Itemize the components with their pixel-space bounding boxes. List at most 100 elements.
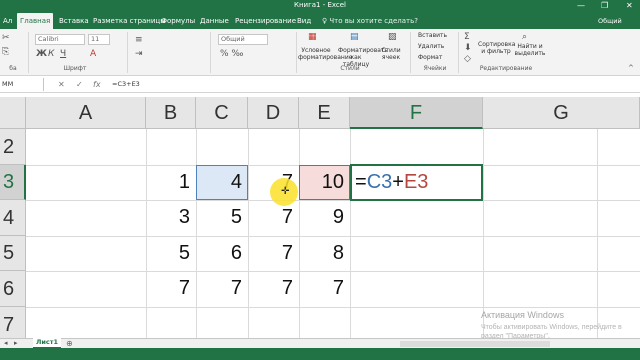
- font-size-select[interactable]: 11: [88, 34, 110, 45]
- number-format-select[interactable]: Общий: [218, 34, 268, 45]
- cell-e4[interactable]: 9: [299, 200, 350, 234]
- separator: [410, 32, 411, 73]
- row-header-7[interactable]: 7: [0, 307, 26, 338]
- conditional-format-button[interactable]: Условное форматирование: [298, 47, 352, 61]
- formula-input[interactable]: =C3+E3: [112, 78, 140, 91]
- enter-icon[interactable]: ✓: [76, 78, 83, 91]
- cells-group-label: Ячейки: [423, 65, 447, 72]
- sort-filter-button[interactable]: Сортировка и фильтр: [478, 41, 515, 55]
- column-header-d[interactable]: D: [248, 97, 299, 129]
- formula-plus: +: [392, 171, 404, 193]
- column-header-b[interactable]: B: [146, 97, 196, 129]
- format-table-icon[interactable]: ▤: [350, 32, 359, 42]
- add-sheet-icon[interactable]: ⊕: [66, 339, 73, 348]
- cell-c5[interactable]: 6: [196, 236, 248, 270]
- row-header-5[interactable]: 5: [0, 236, 26, 271]
- copy-icon[interactable]: ⎘: [2, 47, 9, 57]
- row-header-3[interactable]: 3: [0, 165, 26, 200]
- status-bar: [0, 348, 640, 360]
- cell-b3[interactable]: 1: [146, 165, 196, 199]
- indent-icon[interactable]: ⇥: [135, 49, 143, 59]
- autosum-icon[interactable]: Σ: [464, 32, 470, 42]
- editing-group-label: Редактирование: [479, 65, 533, 72]
- percent-icon[interactable]: % ‰: [220, 49, 244, 59]
- minimize-button[interactable]: —: [577, 0, 585, 13]
- font-name-select[interactable]: Calibri: [35, 34, 85, 45]
- cell-c3[interactable]: 4: [196, 165, 248, 199]
- tab-insert[interactable]: Вставка: [56, 13, 92, 29]
- column-header-e[interactable]: E: [299, 97, 350, 129]
- name-box[interactable]: ММ: [0, 78, 44, 91]
- formula-bar: ММ ✕ ✓ fx =C3+E3: [0, 76, 640, 93]
- cell-b6[interactable]: 7: [146, 271, 196, 305]
- restore-button[interactable]: ❐: [601, 0, 608, 13]
- tab-review[interactable]: Рецензирование: [232, 13, 299, 29]
- insert-cells-button[interactable]: Вставить: [418, 32, 447, 39]
- cell-e6[interactable]: 7: [299, 271, 350, 305]
- ribbon: ✂ ⎘ ба Calibri 11 Ж К Ч A Шрифт ≡ ⇥ Общи…: [0, 29, 640, 76]
- cancel-icon[interactable]: ✕: [58, 78, 65, 91]
- paste-icon[interactable]: ✂: [2, 33, 10, 43]
- worksheet-grid[interactable]: A B C D E F G 2 3 4 5 6 7 1 4 7 10 3 5 7…: [0, 93, 640, 338]
- window-title: Книга1 - Excel: [293, 1, 347, 9]
- font-color-icon[interactable]: A: [90, 49, 96, 59]
- cell-b5[interactable]: 5: [146, 236, 196, 270]
- sheet-tabs-bar: ◂ ▸ Лист1 ⊕: [0, 338, 640, 349]
- title-bar: Книга1 - Excel — ❐ ✕: [0, 0, 640, 13]
- cell-c4[interactable]: 5: [196, 200, 248, 234]
- italic-icon[interactable]: К: [48, 49, 54, 59]
- cell-styles-icon[interactable]: ▨: [388, 32, 397, 42]
- tab-view[interactable]: Вид: [294, 13, 314, 29]
- prev-sheet-icon[interactable]: ◂: [4, 339, 8, 348]
- horizontal-scrollbar[interactable]: [400, 341, 550, 347]
- fill-icon[interactable]: ⬇: [464, 43, 472, 53]
- tab-home[interactable]: Главная: [17, 13, 54, 29]
- find-icon[interactable]: ⌕: [522, 32, 527, 42]
- formula-equals: =: [355, 171, 367, 193]
- formula-ref-c3: C3: [366, 171, 393, 193]
- activation-line-1: Чтобы активировать Windows, перейдите в: [481, 324, 622, 331]
- collapse-ribbon-icon[interactable]: ^: [628, 63, 634, 73]
- cell-c6[interactable]: 7: [196, 271, 248, 305]
- close-button[interactable]: ✕: [626, 0, 633, 13]
- clear-icon[interactable]: ◇: [464, 54, 471, 64]
- separator: [458, 32, 459, 73]
- column-header-f[interactable]: F: [350, 97, 483, 129]
- column-header-c[interactable]: C: [196, 97, 248, 129]
- styles-group-label: Стили: [340, 65, 360, 72]
- insert-function-icon[interactable]: fx: [93, 78, 101, 91]
- find-select-button[interactable]: Найти и выделить: [514, 43, 546, 57]
- cell-d4[interactable]: 7: [248, 200, 299, 234]
- formula-ref-e3: E3: [403, 171, 429, 193]
- align-icon[interactable]: ≡: [135, 35, 143, 45]
- column-header-g[interactable]: G: [483, 97, 640, 129]
- column-header-a[interactable]: A: [26, 97, 146, 129]
- share-button[interactable]: Общий доступ: [598, 13, 640, 41]
- cell-styles-button[interactable]: Стили ячеек: [378, 47, 404, 61]
- tell-me-search[interactable]: ♀ Что вы хотите сделать?: [322, 13, 418, 29]
- cell-e5[interactable]: 8: [299, 236, 350, 270]
- row-header-4[interactable]: 4: [0, 200, 26, 236]
- cell-d6[interactable]: 7: [248, 271, 299, 305]
- select-all-corner[interactable]: [0, 97, 26, 129]
- conditional-format-icon[interactable]: ▦: [308, 32, 317, 42]
- format-cells-button[interactable]: Формат: [418, 54, 442, 61]
- separator: [296, 32, 297, 73]
- cursor-icon: ✛: [281, 186, 290, 197]
- clipboard-group-label: ба: [9, 65, 17, 72]
- row-header-2[interactable]: 2: [0, 129, 26, 165]
- bold-icon[interactable]: Ж: [36, 49, 47, 59]
- tab-file[interactable]: Ал: [0, 13, 15, 29]
- cell-f3-editor[interactable]: =C3+E3: [350, 164, 483, 201]
- next-sheet-icon[interactable]: ▸: [14, 339, 18, 348]
- cell-b4[interactable]: 3: [146, 200, 196, 234]
- tab-formulas[interactable]: Формулы: [158, 13, 198, 29]
- cell-d5[interactable]: 7: [248, 236, 299, 270]
- cell-e3[interactable]: 10: [299, 165, 350, 199]
- tab-page-layout[interactable]: Разметка страницы: [90, 13, 169, 29]
- tab-data[interactable]: Данные: [197, 13, 232, 29]
- underline-icon[interactable]: Ч: [60, 49, 66, 59]
- separator: [127, 32, 128, 73]
- delete-cells-button[interactable]: Удалить: [418, 43, 444, 50]
- row-header-6[interactable]: 6: [0, 271, 26, 307]
